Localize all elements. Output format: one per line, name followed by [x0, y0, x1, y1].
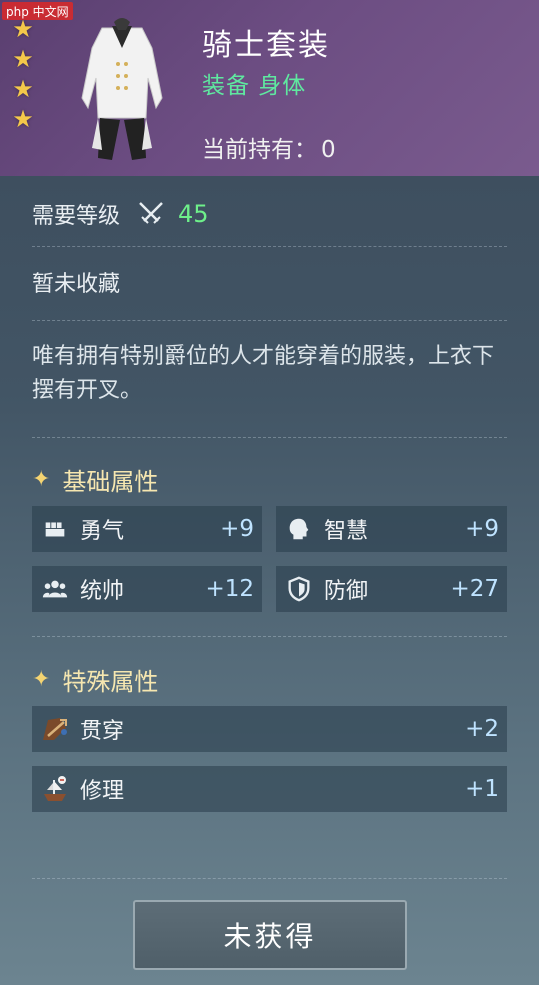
star-icon: ★ [12, 15, 34, 43]
star-rating: ★ ★ ★ ★ [8, 14, 38, 134]
divider [32, 246, 507, 247]
star-icon: ★ [12, 45, 34, 73]
special-attributes-label: 特殊属性 [62, 668, 159, 696]
sparkle-icon: ✦ [32, 667, 51, 692]
attr-defense: 防御 +27 [276, 566, 507, 612]
shield-icon [282, 572, 316, 606]
required-level-value: 45 [178, 200, 209, 228]
attr-name: 防御 [324, 579, 369, 604]
knight-outfit-image [81, 18, 163, 160]
owned-label: 当前持有： [202, 137, 317, 163]
attr-value: +1 [465, 776, 499, 802]
basic-attributes-label: 基础属性 [62, 468, 159, 496]
item-type: 装备 身体 [202, 73, 307, 99]
attr-courage: 勇气 +9 [32, 506, 262, 552]
sparkle-icon: ✦ [32, 467, 51, 492]
divider [32, 320, 507, 321]
attr-value: +9 [465, 516, 499, 542]
owned-count-row: 当前持有： 0 [202, 130, 336, 164]
item-title: 骑士套装 [202, 28, 330, 63]
attr-name: 修理 [80, 779, 125, 804]
attr-value: +27 [450, 576, 499, 602]
item-description: 唯有拥有特别爵位的人才能穿着的服装，上衣下摆有开叉。 [32, 344, 495, 403]
star-icon: ★ [12, 105, 34, 133]
collection-status: 暂未收藏 [32, 272, 121, 297]
crossed-swords-icon [139, 202, 163, 224]
attr-wisdom: 智慧 +9 [276, 506, 507, 552]
item-header: php 中文网 ★ ★ ★ ★ 骑士套装 装备 身体 当前持有： 0 [0, 0, 539, 176]
attr-command: 统帅 +12 [32, 566, 262, 612]
attr-name: 勇气 [80, 519, 125, 544]
fist-icon [38, 512, 72, 546]
attr-value: +2 [465, 716, 499, 742]
pierce-icon [38, 712, 72, 746]
attr-value: +9 [220, 516, 254, 542]
required-level-row: 需要等级 45 [32, 196, 507, 232]
attr-repair: 修理 +1 [32, 766, 507, 812]
star-icon: ★ [12, 75, 34, 103]
ship-repair-icon [38, 772, 72, 806]
divider [32, 878, 507, 879]
divider [32, 636, 507, 637]
attr-name: 贯穿 [80, 719, 125, 744]
attr-name: 智慧 [324, 519, 369, 544]
divider [32, 437, 507, 438]
attr-name: 统帅 [80, 579, 125, 604]
attr-value: +12 [205, 576, 254, 602]
head-icon [282, 512, 316, 546]
attr-pierce: 贯穿 +2 [32, 706, 507, 752]
required-level-label: 需要等级 [32, 204, 121, 229]
not-obtained-button[interactable]: 未获得 [133, 900, 407, 970]
owned-count: 0 [321, 137, 336, 163]
basic-attributes-title: ✦ 基础属性 [32, 462, 507, 497]
special-attributes-title: ✦ 特殊属性 [32, 662, 507, 697]
group-icon [38, 572, 72, 606]
